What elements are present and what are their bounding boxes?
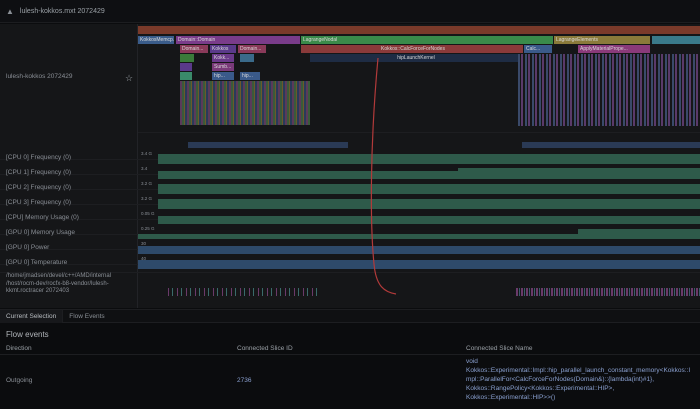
column-header-slice-name: Connected Slice Name xyxy=(466,345,533,352)
section-title: Flow events xyxy=(6,330,49,339)
slice-name-line: void xyxy=(466,358,478,365)
column-header-slice-id: Connected Slice ID xyxy=(237,345,293,352)
tab-current-selection[interactable]: Current Selection xyxy=(0,310,64,323)
counter-track-label: [GPU 0] Memory Usage xyxy=(6,229,75,236)
window-title: lulesh-kokkos.mxt 2072429 xyxy=(19,7,105,15)
slice-name-line: mpl::ParallelFor<CalcForceForNodes(Domai… xyxy=(466,376,655,383)
thread-path-line: kkmt.roctracer 2072403 xyxy=(6,288,70,294)
slice-name-line: Kokkos::Experimental::HIP>>() xyxy=(466,394,556,401)
counter-track-label: [GPU 0] Power xyxy=(6,244,50,251)
counter-track-label: [GPU 0] Temperature xyxy=(6,259,68,266)
slice-name-line: Kokkos::Experimental::Impl::hip_parallel… xyxy=(466,367,691,374)
flow-slice-id-link[interactable]: 2736 xyxy=(237,377,251,384)
flow-slice-name-link[interactable]: void Kokkos::Experimental::Impl::hip_par… xyxy=(466,357,698,402)
counter-track-label: [CPU 2] Frequency (0) xyxy=(6,184,72,191)
timeline-tracks[interactable]: lulesh-kokkos 2072429 ☆ KokkosMemcp... D… xyxy=(0,24,700,308)
details-panel: Flow events Direction Connected Slice ID… xyxy=(0,324,700,409)
star-icon[interactable]: ☆ xyxy=(125,73,133,84)
counter-track-label: [CPU 1] Frequency (0) xyxy=(6,169,72,176)
window-titlebar: ▲ lulesh-kokkos.mxt 2072429 xyxy=(0,0,700,23)
thread-track-label: /home/jmadsen/devel/c++/AMD/internal /ho… xyxy=(6,273,111,296)
slice-name-line: Kokkos::RangePolicy<Kokkos::Experimental… xyxy=(466,385,615,392)
process-track-label: lulesh-kokkos 2072429 xyxy=(6,73,73,80)
thread-path-line: /host/rocm-dev/rocfx-b8-vendor/lulesh- xyxy=(6,280,109,287)
column-header-direction: Direction xyxy=(6,345,32,352)
thread-path-line: /home/jmadsen/devel/c++/AMD/internal xyxy=(6,273,112,279)
counter-track-label: [CPU] Memory Usage (0) xyxy=(6,214,79,221)
flow-direction: Outgoing xyxy=(6,377,33,384)
counter-track-label: [CPU 3] Frequency (0) xyxy=(6,199,72,206)
tab-flow-events[interactable]: Flow Events xyxy=(63,310,110,323)
collapse-caret-icon[interactable]: ▲ xyxy=(6,7,14,16)
counter-track-label: [CPU 0] Frequency (0) xyxy=(6,154,72,161)
flow-arrow xyxy=(370,57,397,295)
details-tabs: Current Selection Flow Events xyxy=(0,309,700,323)
